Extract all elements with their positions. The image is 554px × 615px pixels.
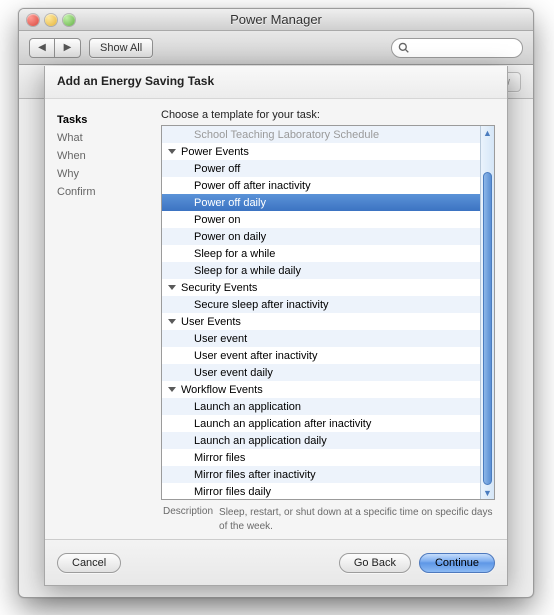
task-sheet: Add an Energy Saving Task TasksWhatWhenW…	[44, 66, 508, 586]
list-item[interactable]: Power off	[162, 160, 480, 177]
list-item[interactable]: Mirror files	[162, 449, 480, 466]
wizard-step: Tasks	[57, 111, 147, 129]
description-label: Description	[163, 506, 213, 533]
sheet-footer: Cancel Go Back Continue	[45, 539, 507, 585]
show-all-label: Show All	[100, 42, 142, 54]
sheet-title: Add an Energy Saving Task	[45, 66, 507, 99]
nav-segment: ◀ ▶	[29, 38, 81, 58]
continue-label: Continue	[435, 557, 479, 569]
scroll-up-icon[interactable]: ▲	[481, 126, 494, 139]
list-item[interactable]: Power on daily	[162, 228, 480, 245]
chevron-right-icon: ▶	[64, 42, 72, 53]
window-title: Power Manager	[19, 12, 533, 27]
continue-button[interactable]: Continue	[419, 553, 495, 573]
disclosure-triangle-icon[interactable]	[168, 387, 176, 392]
description-row: Description Sleep, restart, or shut down…	[161, 500, 495, 535]
sheet-body: TasksWhatWhenWhyConfirm Choose a templat…	[45, 99, 507, 539]
list-item[interactable]: User event after inactivity	[162, 347, 480, 364]
wizard-steps: TasksWhatWhenWhyConfirm	[57, 109, 147, 535]
wizard-step: Confirm	[57, 183, 147, 201]
forward-button[interactable]: ▶	[55, 38, 81, 58]
toolbar: ◀ ▶ Show All	[19, 31, 533, 65]
disclosure-triangle-icon[interactable]	[168, 285, 176, 290]
minimize-icon[interactable]	[45, 14, 57, 26]
list-group-label: User Events	[181, 316, 241, 328]
go-back-button[interactable]: Go Back	[339, 553, 411, 573]
list-item[interactable]: Launch an application daily	[162, 432, 480, 449]
scrollbar[interactable]: ▲ ▼	[480, 126, 494, 499]
scroll-thumb[interactable]	[483, 172, 492, 485]
show-all-button[interactable]: Show All	[89, 38, 153, 58]
sheet-main: Choose a template for your task: School …	[161, 109, 495, 535]
template-listbox: School Teaching Laboratory Schedule Power…	[161, 125, 495, 500]
list-group-header[interactable]: Security Events	[162, 279, 480, 296]
list-item[interactable]: Mirror files after inactivity	[162, 466, 480, 483]
back-button[interactable]: ◀	[29, 38, 55, 58]
list-group-label: Workflow Events	[181, 384, 263, 396]
list-item[interactable]: Launch an application	[162, 398, 480, 415]
list-item[interactable]: User event daily	[162, 364, 480, 381]
list-group-label: Security Events	[181, 282, 257, 294]
chevron-left-icon: ◀	[38, 42, 46, 53]
template-list[interactable]: School Teaching Laboratory Schedule Power…	[162, 126, 480, 499]
window-controls	[27, 14, 75, 26]
scroll-down-icon[interactable]: ▼	[481, 486, 494, 499]
list-group-header[interactable]: User Events	[162, 313, 480, 330]
list-item[interactable]: Power off daily	[162, 194, 480, 211]
list-item[interactable]: Launch an application after inactivity	[162, 415, 480, 432]
list-group-header[interactable]: Power Events	[162, 143, 480, 160]
cancel-button[interactable]: Cancel	[57, 553, 121, 573]
description-text: Sleep, restart, or shut down at a specif…	[219, 506, 493, 533]
list-item[interactable]: School Teaching Laboratory Schedule	[162, 126, 480, 143]
search-icon	[398, 42, 409, 53]
list-item[interactable]: Mirror files daily	[162, 483, 480, 499]
list-group-header[interactable]: Workflow Events	[162, 381, 480, 398]
search-field[interactable]	[391, 38, 523, 58]
disclosure-triangle-icon[interactable]	[168, 149, 176, 154]
close-icon[interactable]	[27, 14, 39, 26]
zoom-icon[interactable]	[63, 14, 75, 26]
titlebar: Power Manager	[19, 9, 533, 31]
cancel-label: Cancel	[72, 557, 106, 569]
list-item[interactable]: Power on	[162, 211, 480, 228]
list-item[interactable]: Sleep for a while	[162, 245, 480, 262]
disclosure-triangle-icon[interactable]	[168, 319, 176, 324]
list-item[interactable]: Secure sleep after inactivity	[162, 296, 480, 313]
template-prompt: Choose a template for your task:	[161, 109, 495, 121]
go-back-label: Go Back	[354, 557, 396, 569]
list-item[interactable]: User event	[162, 330, 480, 347]
list-item[interactable]: Power off after inactivity	[162, 177, 480, 194]
list-group-label: Power Events	[181, 146, 249, 158]
wizard-step: What	[57, 129, 147, 147]
list-item[interactable]: Sleep for a while daily	[162, 262, 480, 279]
wizard-step: When	[57, 147, 147, 165]
wizard-step: Why	[57, 165, 147, 183]
